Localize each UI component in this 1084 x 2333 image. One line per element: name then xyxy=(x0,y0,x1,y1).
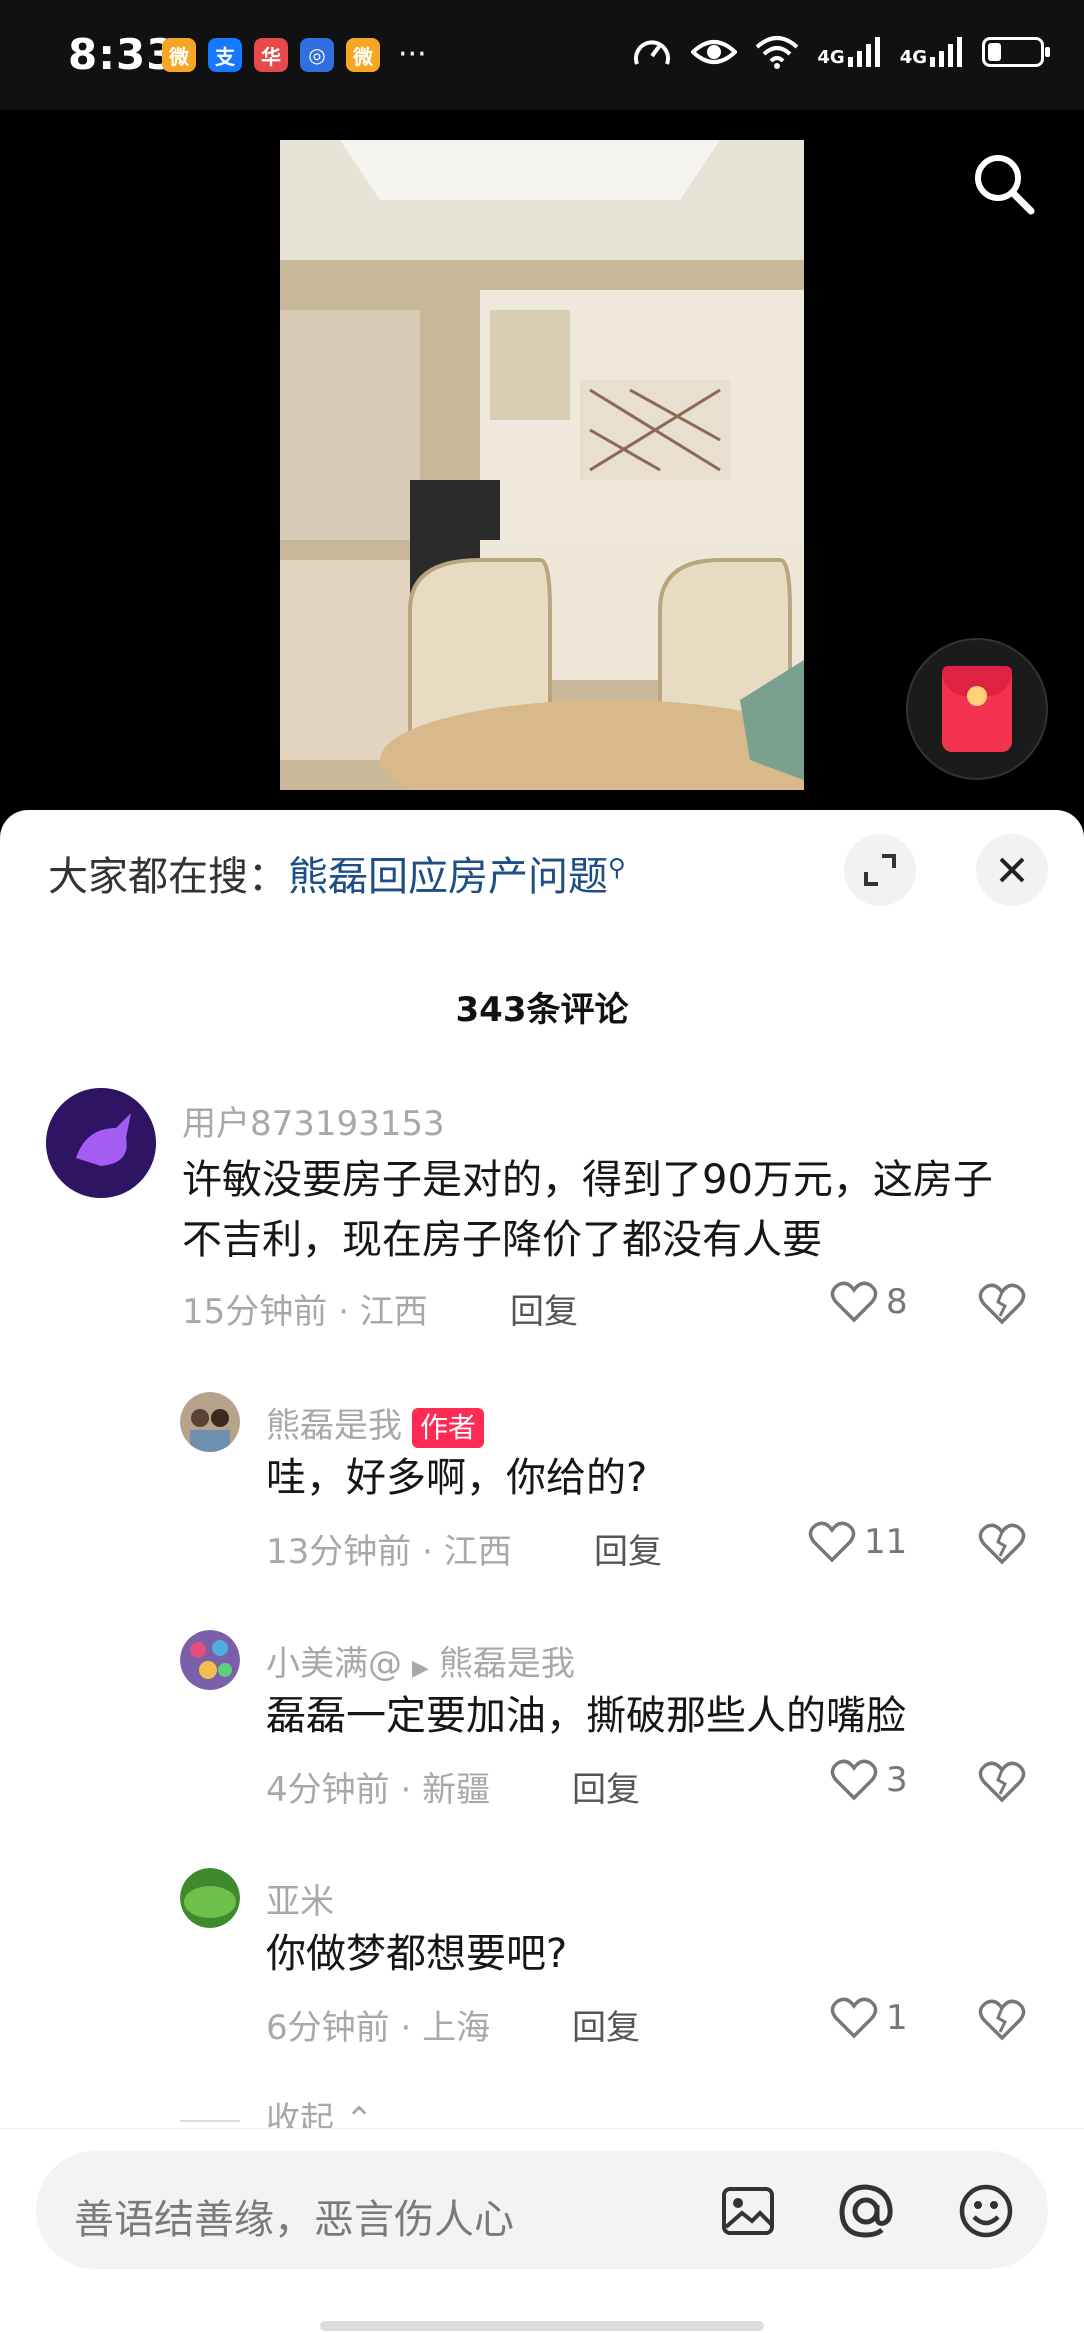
heart-icon xyxy=(830,1281,878,1323)
reply-arrow-icon: ▶ xyxy=(412,1656,429,1681)
reply-text: 哇，好多啊，你给的? xyxy=(266,1455,648,1501)
like-count: 11 xyxy=(864,1522,908,1562)
battery-icon xyxy=(982,37,1050,67)
like-button[interactable]: 3 xyxy=(830,1758,908,1802)
at-icon[interactable] xyxy=(836,2181,896,2241)
author-badge: 作者 xyxy=(412,1407,485,1448)
avatar[interactable] xyxy=(46,1088,156,1198)
like-button[interactable]: 1 xyxy=(830,1996,908,2040)
small-search-icon: ⚲ xyxy=(608,853,626,882)
heart-icon xyxy=(830,1759,878,1801)
reply-button[interactable]: 回复 xyxy=(572,2000,640,2049)
reply-meta: 4分钟前 · 新疆 xyxy=(266,1770,491,1810)
collapse-divider xyxy=(180,2120,240,2122)
heart-icon xyxy=(830,1997,878,2039)
hot-search-label: 大家都在搜： xyxy=(48,854,288,900)
status-bar: 8:33 微 支 华 ◎ 微 ··· 4G 4G xyxy=(0,0,1084,110)
broken-heart-icon[interactable] xyxy=(978,1282,1026,1326)
notification-icons: 微 支 华 ◎ 微 ··· xyxy=(162,38,427,72)
blue-app-icon: ◎ xyxy=(300,38,334,72)
comment-text: 许敏没要房子是对的，得到了90万元，这房子不吉利，现在房子降价了都没有人要 xyxy=(182,1157,993,1263)
reply-button[interactable]: 回复 xyxy=(594,1524,662,1573)
wifi-icon xyxy=(756,36,799,69)
reply-button[interactable]: 回复 xyxy=(572,1762,640,1811)
image-icon[interactable] xyxy=(718,2181,778,2241)
comment-username[interactable]: 用户873193153 xyxy=(182,1096,445,1145)
speed-icon xyxy=(634,40,671,65)
comment-count: 343条评论 xyxy=(455,990,629,1030)
comment-input[interactable]: 善语结善缘，恶言伤人心 xyxy=(36,2151,1048,2269)
reply-meta: 6分钟前 · 上海 xyxy=(266,2008,491,2048)
expand-icon xyxy=(864,854,896,886)
comments-sheet: 大家都在搜：熊磊回应房产问题⚲ 343条评论 用户873193153 许敏没要房… xyxy=(0,810,1084,2332)
comment-meta: 15分钟前 · 江西 xyxy=(182,1292,428,1332)
reply-button[interactable]: 回复 xyxy=(510,1284,578,1333)
reply-username: 熊磊是我 作者 xyxy=(266,1398,485,1448)
avatar[interactable] xyxy=(180,1392,240,1452)
huawei-app-icon: 华 xyxy=(254,38,288,72)
like-count: 8 xyxy=(886,1282,908,1322)
broken-heart-icon[interactable] xyxy=(978,1998,1026,2042)
red-envelope-icon xyxy=(942,666,1012,752)
weibo-icon: 微 xyxy=(162,38,196,72)
like-count: 3 xyxy=(886,1760,908,1800)
system-icons: 4G 4G xyxy=(631,34,1050,70)
alipay-icon: 支 xyxy=(208,38,242,72)
like-count: 1 xyxy=(886,1998,908,2038)
video-thumbnail-image xyxy=(280,140,804,790)
reply-username[interactable]: 亚米 xyxy=(266,1874,334,1923)
like-button[interactable]: 8 xyxy=(830,1280,908,1324)
comment-input-bar: 善语结善缘，恶言伤人心 xyxy=(0,2128,1084,2333)
heart-icon xyxy=(808,1521,856,1563)
close-button[interactable] xyxy=(976,834,1048,906)
reply-text: 磊磊一定要加油，撕破那些人的嘴脸 xyxy=(266,1693,906,1739)
broken-heart-icon[interactable] xyxy=(978,1522,1026,1566)
home-indicator xyxy=(320,2321,764,2331)
close-icon xyxy=(999,857,1025,883)
more-notifications-icon: ··· xyxy=(398,37,427,72)
avatar[interactable] xyxy=(180,1630,240,1690)
red-envelope-button[interactable] xyxy=(906,638,1048,780)
hot-search-bar: 大家都在搜：熊磊回应房产问题⚲ xyxy=(48,844,626,902)
comment-input-placeholder: 善语结善缘，恶言伤人心 xyxy=(74,2197,514,2243)
broken-heart-icon[interactable] xyxy=(978,1760,1026,1804)
reply-meta: 13分钟前 · 江西 xyxy=(266,1532,512,1572)
video-frame[interactable] xyxy=(280,140,804,790)
cellular-signal-2-icon: 4G xyxy=(900,37,964,67)
expand-button[interactable] xyxy=(844,834,916,906)
reply-text: 你做梦都想要吧? xyxy=(266,1931,568,1977)
weibo-icon: 微 xyxy=(346,38,380,72)
like-button[interactable]: 11 xyxy=(808,1520,907,1564)
hot-search-link[interactable]: 熊磊回应房产问题 xyxy=(288,854,608,900)
video-player[interactable] xyxy=(0,110,1084,810)
status-time: 8:33 xyxy=(68,30,177,79)
eye-icon xyxy=(691,40,738,64)
search-icon[interactable] xyxy=(968,148,1038,218)
cellular-signal-icon: 4G xyxy=(817,37,881,67)
avatar[interactable] xyxy=(180,1868,240,1928)
emoji-icon[interactable] xyxy=(956,2181,1016,2241)
reply-username: 小美满@ ▶ 熊磊是我 xyxy=(266,1644,575,1684)
